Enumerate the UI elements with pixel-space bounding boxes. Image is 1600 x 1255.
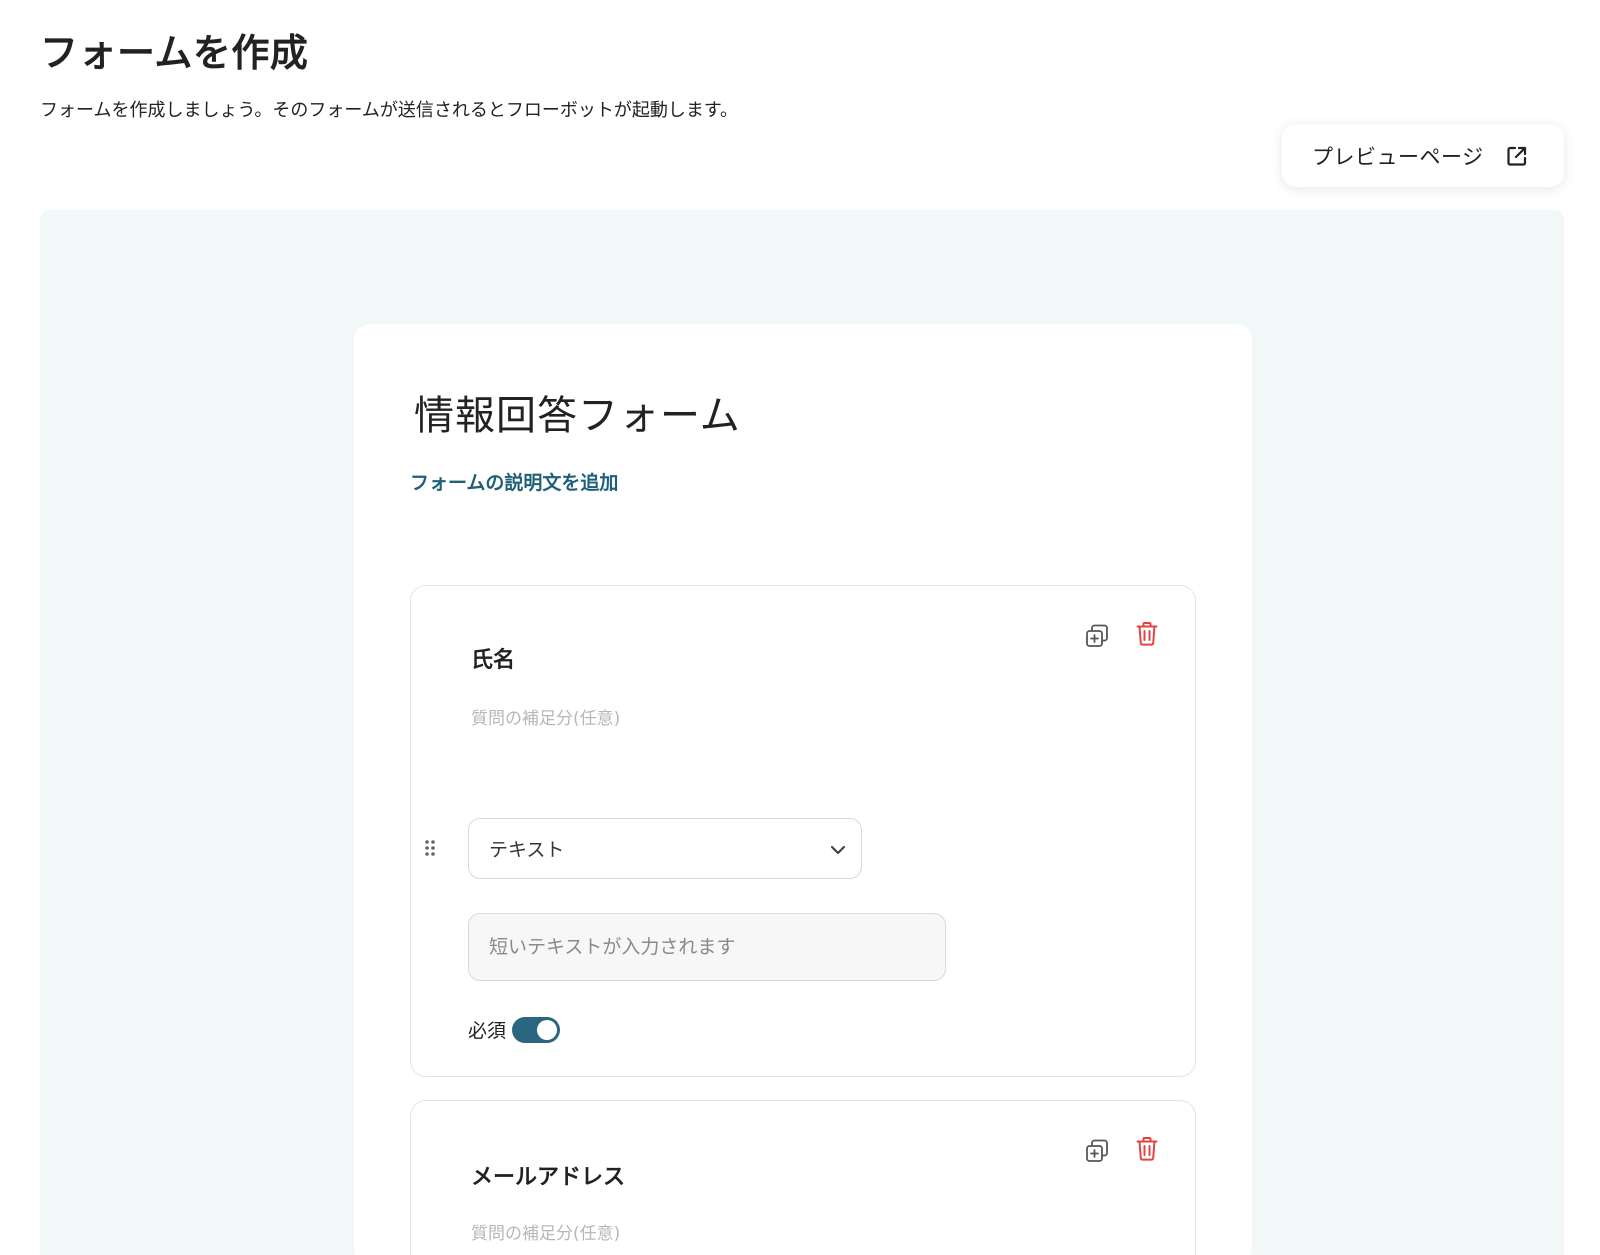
question-type-value: テキスト <box>489 839 565 861</box>
required-label: 必須 <box>468 1020 507 1042</box>
question-card[interactable]: 氏名 質問の補足分(任意) テキスト 短いテキストが入力されます 必須 <box>410 585 1196 1077</box>
drag-handle-icon[interactable] <box>423 838 437 858</box>
required-toggle-row: 必須 <box>468 1016 561 1043</box>
chevron-down-icon <box>829 841 847 859</box>
delete-question-icon[interactable] <box>1133 1135 1161 1163</box>
toggle-knob <box>537 1019 558 1040</box>
question-title[interactable]: メールアドレス <box>471 1159 625 1191</box>
question-title[interactable]: 氏名 <box>471 642 515 674</box>
preview-page-label: プレビューページ <box>1312 144 1484 169</box>
required-toggle[interactable] <box>512 1016 561 1043</box>
question-subtitle[interactable]: 質問の補足分(任意) <box>471 704 620 729</box>
form-title[interactable]: 情報回答フォーム <box>414 383 741 441</box>
duplicate-question-icon[interactable] <box>1083 1137 1111 1165</box>
form-builder-page: フォームを作成 フォームを作成しましょう。そのフォームが送信されるとフローボット… <box>0 0 1600 1255</box>
question-card[interactable]: メールアドレス 質問の補足分(任意) <box>410 1100 1196 1255</box>
preview-page-button[interactable]: プレビューページ <box>1282 124 1564 187</box>
delete-question-icon[interactable] <box>1133 620 1161 648</box>
duplicate-question-icon[interactable] <box>1083 622 1111 650</box>
page-title: フォームを作成 <box>40 31 309 75</box>
external-link-icon <box>1506 145 1528 167</box>
answer-preview-input[interactable] <box>468 913 946 981</box>
add-form-description-link[interactable]: フォームの説明文を追加 <box>410 468 618 495</box>
page-description: フォームを作成しましょう。そのフォームが送信されるとフローボットが起動します。 <box>40 100 739 121</box>
question-type-select[interactable]: テキスト <box>468 818 862 879</box>
question-subtitle[interactable]: 質問の補足分(任意) <box>471 1219 620 1244</box>
